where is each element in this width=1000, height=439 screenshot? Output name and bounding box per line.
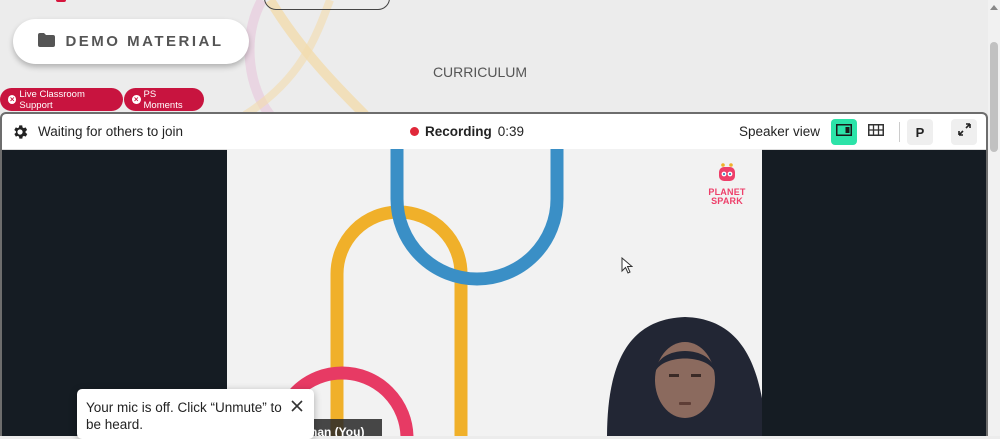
close-icon[interactable]: × <box>132 95 141 104</box>
page-scrollbar[interactable] <box>988 0 1000 436</box>
view-mode-label: Speaker view <box>739 124 821 139</box>
fullscreen-button[interactable] <box>951 119 977 145</box>
fullscreen-icon <box>957 123 971 141</box>
tag-live-classroom-support[interactable]: × Live Classroom Support <box>0 88 123 111</box>
brand-mark <box>56 0 66 2</box>
gallery-view-icon <box>868 123 884 141</box>
mic-off-toast: Your mic is off. Click “Unmute” to be he… <box>77 389 314 439</box>
gear-icon[interactable] <box>11 123 29 141</box>
meeting-toolbar: Waiting for others to join Recording 0:3… <box>2 114 986 150</box>
scrollbar-thumb[interactable] <box>990 42 998 152</box>
gallery-view-button[interactable] <box>863 119 889 145</box>
mouse-cursor-icon <box>621 257 633 274</box>
folder-icon <box>38 32 56 51</box>
speaker-view-button[interactable] <box>831 119 857 145</box>
meeting-panel: Waiting for others to join Recording 0:3… <box>0 112 988 436</box>
top-pill-button[interactable] <box>264 0 390 10</box>
tag-label: Live Classroom Support <box>19 88 85 111</box>
speaker-view-icon <box>836 123 852 141</box>
participant-avatar-button[interactable]: P <box>907 119 933 145</box>
demo-material-label: DEMO MATERIAL <box>65 33 224 50</box>
robot-logo-icon <box>719 163 735 181</box>
toolbar-divider <box>899 122 900 142</box>
recording-time: 0:39 <box>497 124 525 139</box>
tag-label: PS Moments <box>143 88 183 111</box>
recording-indicator: Recording 0:39 <box>410 114 524 149</box>
close-icon[interactable]: × <box>8 95 17 104</box>
meeting-status: Waiting for others to join <box>38 124 184 139</box>
recording-dot-icon <box>410 127 419 136</box>
demo-material-button[interactable]: DEMO MATERIAL <box>13 19 249 64</box>
planet-spark-logo: PLANET SPARK <box>707 163 747 206</box>
close-icon[interactable] <box>290 399 304 413</box>
logo-line-2: SPARK <box>711 196 743 206</box>
recording-label: Recording <box>425 124 492 139</box>
toast-message: Your mic is off. Click “Unmute” to be he… <box>86 400 282 432</box>
self-name-tag: han (You) <box>304 419 382 436</box>
self-video-feed <box>607 317 762 436</box>
scroll-up-arrow-icon[interactable] <box>990 2 998 12</box>
tag-ps-moments[interactable]: × PS Moments <box>124 88 204 111</box>
curriculum-tab[interactable]: CURRICULUM <box>380 64 580 80</box>
